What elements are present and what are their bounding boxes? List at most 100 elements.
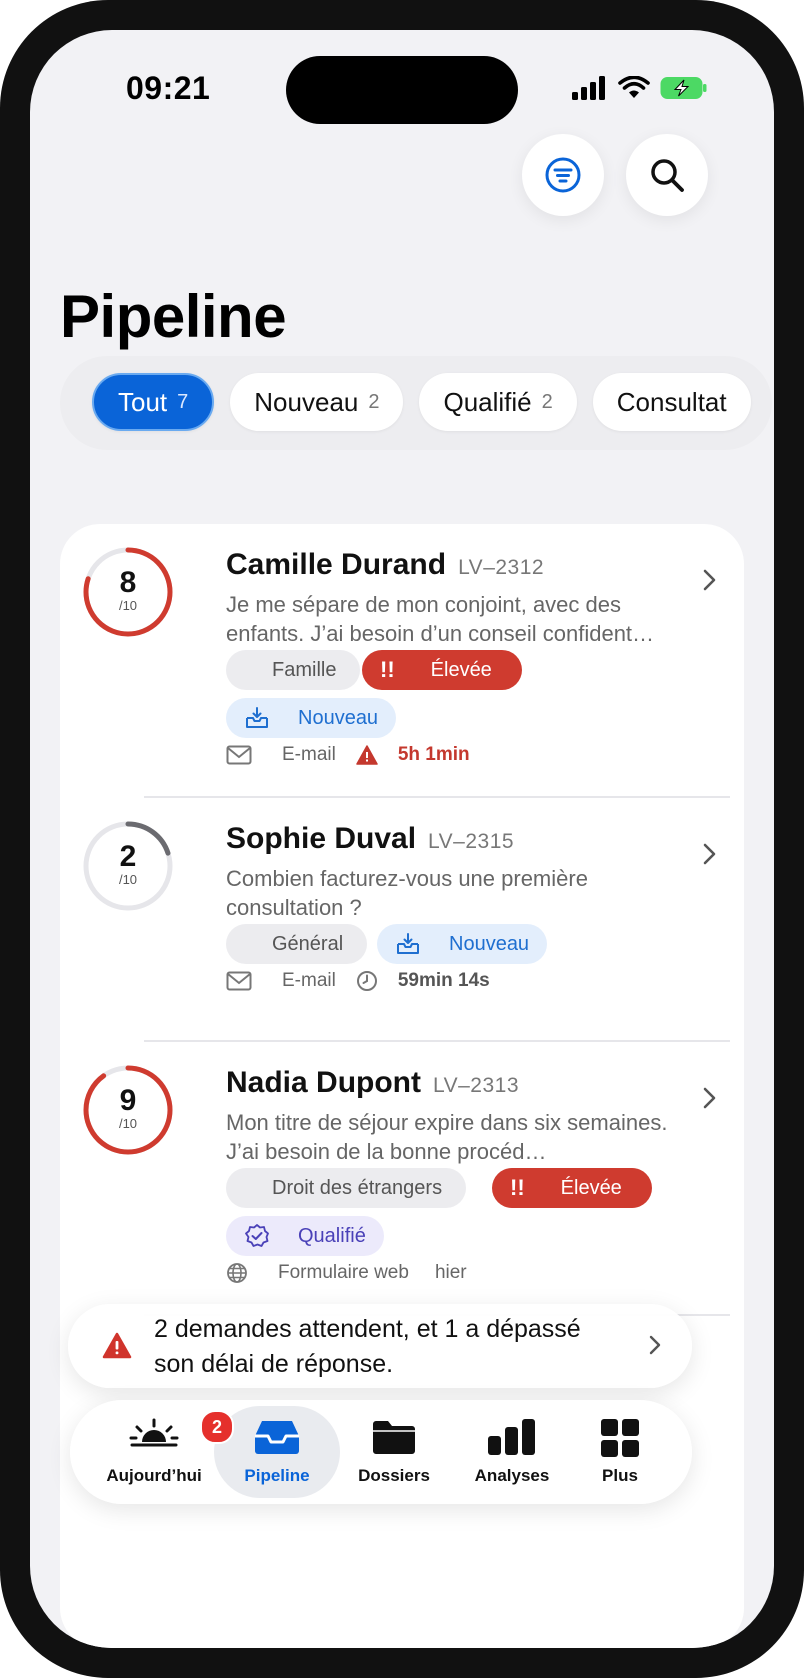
tab-label: Pipeline (244, 1466, 310, 1485)
filter-chip-nouveau[interactable]: Nouveau 2 (230, 373, 404, 431)
sunrise-icon (129, 1418, 179, 1447)
lead-meta: Formulaire web hier (226, 1262, 467, 1284)
timer-label: 5h 1min (397, 744, 470, 765)
tab-bar: 2 Aujourd’hui Pipeline Dossiers Analyses… (70, 1400, 692, 1504)
lead-description: Combien facturez-vous une première consu… (226, 866, 588, 920)
chip-count: 2 (368, 390, 380, 413)
chip-label: Consultat (616, 386, 727, 417)
tab-analyses[interactable]: Analyses (450, 1400, 574, 1504)
lead-ref: LV–2313 (433, 1074, 520, 1097)
filter-chip-qualifie[interactable]: Qualifié 2 (419, 373, 577, 431)
timer-label: 59min 14s (397, 970, 490, 991)
page-title: Pipeline (60, 283, 287, 350)
lead-meta: E-mail 59min 14s (226, 970, 490, 992)
globe-icon (227, 1263, 247, 1283)
grid-icon (601, 1419, 639, 1457)
priority-tag: !! Élevée (362, 650, 522, 690)
tray-icon (255, 1421, 299, 1454)
chevron-right-icon (703, 1087, 716, 1109)
tab-dossiers[interactable]: Dossiers (332, 1400, 456, 1504)
alert-text: 2 demandes attendent, et 1 a dépassé son… (154, 1315, 581, 1378)
score-value: 9 (119, 1084, 137, 1117)
tab-label: Analyses (474, 1466, 550, 1485)
score-max: /10 (118, 1116, 138, 1131)
priority-label: Élevée (430, 658, 492, 681)
category-tag: Général (226, 924, 368, 964)
chip-count: 7 (177, 390, 189, 413)
phone-frame: 09:21 Pipeline Tout 7 Nouveau 2 Qualifié… (0, 0, 804, 1678)
stage-label: Qualifié (298, 1224, 366, 1247)
stage-label: Nouveau (298, 706, 379, 729)
search-icon (651, 159, 684, 192)
lead-name: Sophie Duval LV–2315 (226, 822, 514, 856)
score-ring: 8 /10 (80, 544, 176, 640)
score-max: /10 (118, 872, 138, 887)
overdue-alert-banner[interactable]: 2 demandes attendent, et 1 a dépassé son… (68, 1304, 692, 1388)
stage-tag: Nouveau (226, 698, 397, 738)
chevron-right-icon (703, 843, 716, 865)
tab-today[interactable]: 2 Aujourd’hui (92, 1400, 234, 1504)
filter-icon (545, 157, 581, 193)
dynamic-island (286, 56, 518, 124)
search-button[interactable] (626, 134, 708, 216)
priority-label: Élevée (560, 1176, 622, 1199)
lead-meta: E-mail 5h 1min (226, 744, 470, 766)
folder-icon (373, 1421, 415, 1454)
filter-button[interactable] (522, 134, 604, 216)
lead-row-nadia-dupont[interactable]: 9 /10 Nadia Dupont LV–2313 Mon titre de s… (60, 1042, 744, 1312)
score-value: 2 (119, 840, 137, 873)
tab-pipeline[interactable]: Pipeline (214, 1400, 340, 1504)
score-ring: 9 /10 (80, 1062, 176, 1158)
cellular-signal-icon (572, 76, 605, 100)
priority-tag: !! Élevée (492, 1168, 652, 1208)
score-ring: 2 /10 (80, 818, 176, 914)
stage-tag: Qualifié (226, 1216, 384, 1256)
filter-chip-consultation[interactable]: Consultat (592, 373, 751, 431)
warning-icon (102, 1332, 132, 1359)
lead-name: Nadia Dupont LV–2313 (226, 1066, 519, 1100)
category-tag: Droit des étrangers (226, 1168, 467, 1208)
chevron-right-icon (649, 1335, 661, 1355)
lead-row-camille-durand[interactable]: 8 /10 Camille Durand LV–2312 Je me sépare… (60, 524, 744, 794)
status-time: 09:21 (126, 70, 211, 106)
filter-chip-bar[interactable]: Tout 7 Nouveau 2 Qualifié 2 Consultat (60, 356, 772, 450)
bar-chart-icon (488, 1419, 535, 1455)
timer-label: hier (434, 1262, 467, 1283)
lead-ref: LV–2312 (458, 556, 545, 579)
lead-name-text: Sophie Duval (226, 822, 417, 855)
lead-description: Je me sépare de mon conjoint, avec des e… (226, 592, 655, 646)
filter-chip-tout[interactable]: Tout 7 (92, 373, 215, 431)
chip-count: 2 (541, 390, 553, 413)
lead-row-sophie-duval[interactable]: 2 /10 Sophie Duval LV–2315 Combien factur… (60, 798, 744, 1038)
tab-label: Aujourd’hui (106, 1466, 202, 1485)
chip-label: Nouveau (254, 386, 359, 417)
warning-icon (356, 745, 378, 765)
lead-description: Mon titre de séjour expire dans six sema… (226, 1110, 668, 1164)
envelope-icon (226, 745, 252, 765)
priority-icon: !! (380, 657, 395, 682)
lead-name-text: Camille Durand (226, 548, 447, 581)
chip-label: Qualifié (443, 386, 532, 417)
channel-label: Formulaire web (278, 1262, 409, 1283)
wifi-icon (618, 76, 650, 98)
channel-label: E-mail (282, 970, 336, 991)
channel-label: E-mail (282, 744, 336, 765)
clock-icon (356, 971, 377, 991)
chip-label: Tout (118, 386, 168, 417)
envelope-icon (226, 971, 252, 991)
priority-icon: !! (510, 1175, 525, 1200)
status-icons (572, 76, 708, 100)
lead-name-text: Nadia Dupont (226, 1066, 421, 1099)
tab-plus[interactable]: Plus (566, 1400, 674, 1504)
screen: 09:21 Pipeline Tout 7 Nouveau 2 Qualifié… (30, 30, 774, 1648)
verified-badge-icon (245, 1224, 269, 1247)
inbox-icon (397, 933, 419, 954)
chevron-right-icon (703, 569, 716, 591)
score-value: 8 (119, 566, 137, 599)
lead-ref: LV–2315 (428, 830, 515, 853)
score-max: /10 (118, 598, 138, 613)
category-tag: Famille (226, 650, 361, 690)
inbox-icon (246, 707, 268, 728)
tab-label: Dossiers (358, 1466, 430, 1485)
battery-charging-icon (660, 77, 707, 99)
